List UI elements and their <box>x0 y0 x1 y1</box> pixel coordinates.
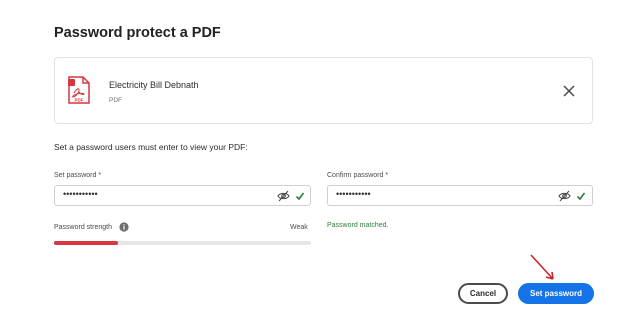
set-password-label-text: Set password <box>54 172 97 179</box>
set-password-button[interactable]: Set password <box>518 283 594 304</box>
set-password-field[interactable]: ••••••••••• <box>54 185 311 206</box>
file-card: PDF Electricity Bill Debnath PDF <box>54 57 593 124</box>
info-icon[interactable] <box>119 222 129 232</box>
pdf-file-icon: PDF <box>68 76 90 104</box>
file-name: Electricity Bill Debnath <box>109 80 199 90</box>
dialog-title: Password protect a PDF <box>54 25 221 41</box>
eye-hidden-icon[interactable] <box>558 190 571 202</box>
check-icon <box>295 192 305 201</box>
set-password-value: ••••••••••• <box>63 189 98 199</box>
set-password-label: Set password * <box>54 172 101 179</box>
check-icon <box>576 192 586 201</box>
cancel-button[interactable]: Cancel <box>458 283 508 304</box>
password-strength-fill <box>54 241 119 245</box>
file-type: PDF <box>109 97 122 104</box>
pdf-icon-label: PDF <box>75 98 84 103</box>
confirm-password-label-text: Confirm password <box>327 172 384 179</box>
password-strength-value: Weak <box>290 224 308 231</box>
required-mark: * <box>385 172 389 179</box>
password-strength-meter <box>54 241 311 245</box>
confirm-password-field[interactable]: ••••••••••• <box>327 185 593 206</box>
required-mark: * <box>98 172 102 179</box>
close-icon[interactable] <box>562 84 576 98</box>
confirm-password-value: ••••••••••• <box>336 189 371 199</box>
arrow-annotation-icon <box>530 254 554 280</box>
eye-hidden-icon[interactable] <box>277 190 290 202</box>
instruction-text: Set a password users must enter to view … <box>54 142 248 152</box>
password-strength-label: Password strength <box>54 224 112 231</box>
password-match-message: Password matched. <box>327 222 389 229</box>
confirm-password-label: Confirm password * <box>327 172 388 179</box>
